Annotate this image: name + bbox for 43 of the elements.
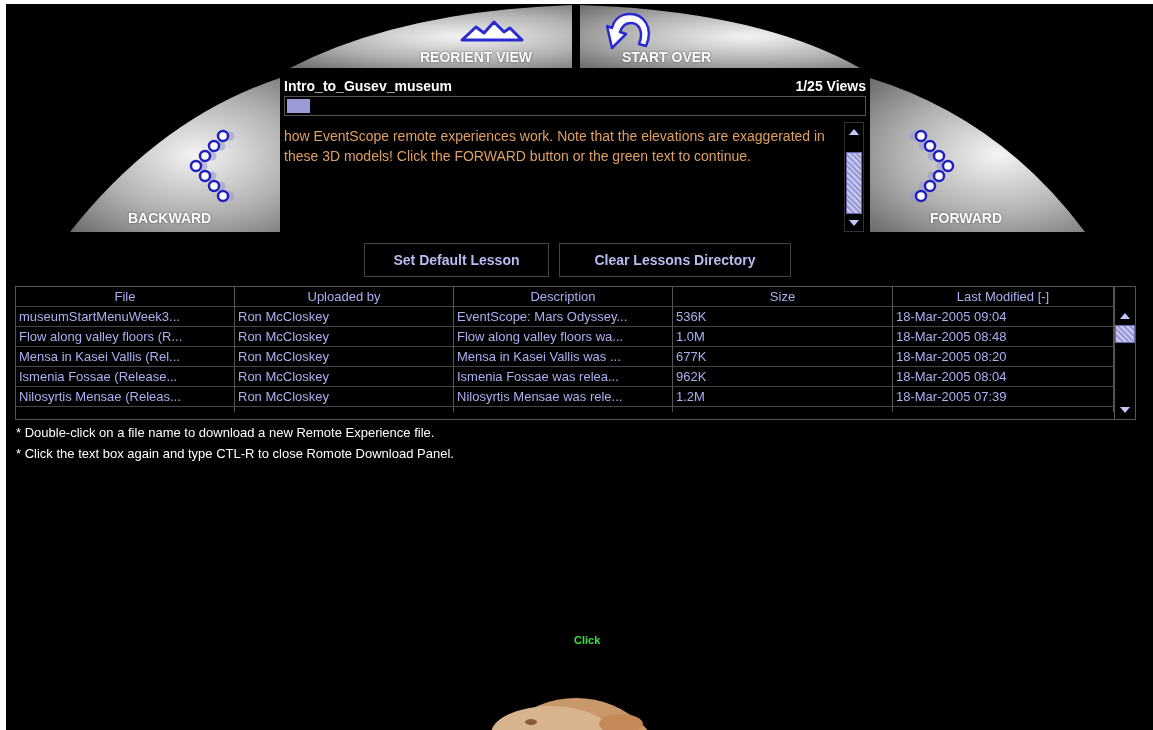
table-cell[interactable]: 536K — [673, 307, 893, 327]
table-cell[interactable]: 1.0M — [673, 327, 893, 347]
table-cell[interactable]: Ron McCloskey — [235, 367, 454, 387]
continue-link[interactable]: Click — [574, 634, 601, 646]
view-counter: 1/25 Views — [795, 78, 866, 94]
table-cell[interactable]: Nilosyrtis Mensae (Releas... — [16, 387, 235, 407]
table-cell[interactable]: Flow along valley floors wa... — [454, 327, 673, 347]
action-button[interactable]: Clear Lessons Directory — [559, 243, 791, 277]
table-cell[interactable]: Mensa in Kasei Vallis was ... — [454, 347, 673, 367]
column-header[interactable]: Uploaded by — [235, 287, 454, 307]
column-header[interactable]: Last Modified [-] — [893, 287, 1114, 307]
table-cell[interactable]: 18-Mar-2005 08:20 — [893, 347, 1114, 367]
table-cell[interactable]: Flow along valley floors (R... — [16, 327, 235, 347]
table-cell[interactable]: museumStartMenuWeek3... — [16, 307, 235, 327]
table-cell[interactable]: Ismenia Fossae was relea... — [454, 367, 673, 387]
table-cell[interactable]: 18-Mar-2005 08:48 — [893, 327, 1114, 347]
column-header[interactable]: File — [16, 287, 235, 307]
table-cell[interactable]: Ismenia Fossae (Release... — [16, 367, 235, 387]
action-button[interactable]: Set Default Lesson — [364, 243, 549, 277]
table-cell[interactable]: Nilosyrtis Mensae was rele... — [454, 387, 673, 407]
column-header[interactable]: Description — [454, 287, 673, 307]
scrollbar[interactable] — [844, 122, 864, 232]
table-cell[interactable]: Ron McCloskey — [235, 327, 454, 347]
table-cell[interactable]: Ron McCloskey — [235, 387, 454, 407]
table-cell[interactable]: 677K — [673, 347, 893, 367]
mountains-icon — [460, 19, 524, 43]
table-cell[interactable]: 1.2M — [673, 387, 893, 407]
table-cell[interactable]: Ron McCloskey — [235, 307, 454, 327]
scrollbar[interactable] — [1114, 286, 1136, 420]
table-cell[interactable]: Mensa in Kasei Vallis (Rel... — [16, 347, 235, 367]
hint-text: * Click the text box again and type CTL-R to close Romote Download Panel. — [16, 445, 455, 462]
lesson-title: Intro_to_Gusev_museum — [284, 78, 453, 94]
hint-text: * Double-click on a file name to download a new Remote Experience file. — [16, 424, 436, 441]
scroll-thumb[interactable] — [846, 152, 862, 214]
column-header[interactable]: Size — [673, 287, 893, 307]
table-cell[interactable]: 18-Mar-2005 08:04 — [893, 367, 1114, 387]
table-cell[interactable]: EventScope: Mars Odyssey... — [454, 307, 673, 327]
table-cell[interactable]: Ron McCloskey — [235, 347, 454, 367]
table-cell[interactable]: 18-Mar-2005 07:39 — [893, 387, 1114, 407]
table-cell[interactable]: 962K — [673, 367, 893, 387]
lesson-text: how EventScope remote experiences work. Note that the elevations are exaggerated in these 3D models! Click the FORWARD button or the green text to continue. — [284, 127, 826, 166]
scroll-thumb[interactable] — [1115, 325, 1135, 343]
table-cell[interactable]: 18-Mar-2005 09:04 — [893, 307, 1114, 327]
